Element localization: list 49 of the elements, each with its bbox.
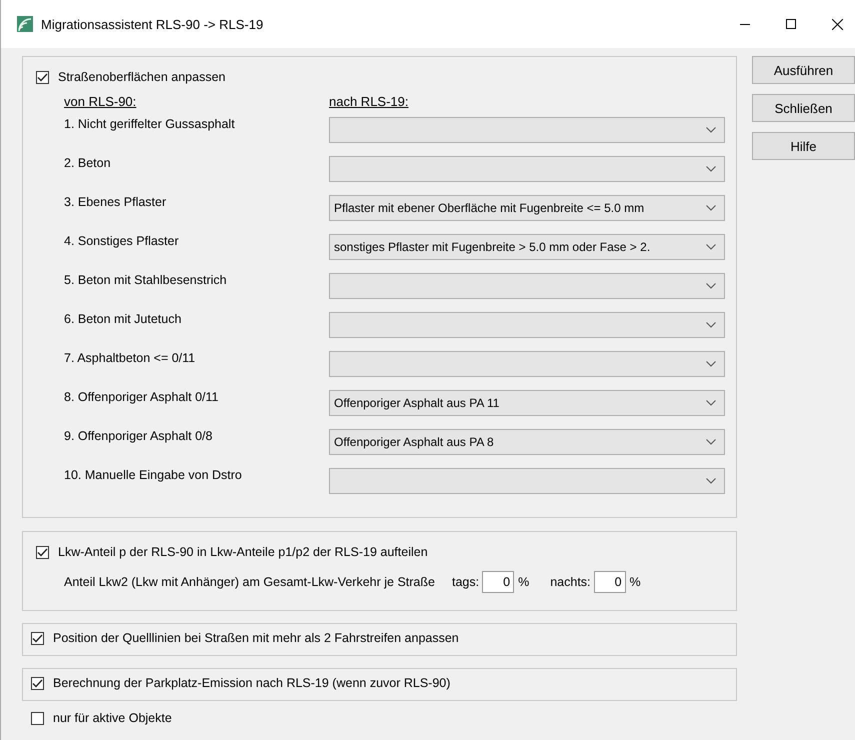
dialog-button[interactable]: Hilfe [752,132,855,160]
surface-label: 1. Nicht geriffelter Gussasphalt [64,117,236,131]
caret-icon [706,478,716,484]
surface-label: 9. Offenporiger Asphalt 0/8 [64,429,214,443]
surface-label: 4. Sonstiges Pflaster [64,234,180,248]
surface-label: 2. Beton [64,156,112,170]
caret-icon [706,244,716,250]
surface-label: 10. Manuelle Eingabe von Dstro [64,468,243,482]
dialog-button[interactable]: Schließen [752,94,855,122]
dropdown[interactable]: sonstiges Pflaster mit Fugenbreite > 5.0 mm oder Fase > 2. [329,234,725,260]
unit-label: % [630,575,641,589]
dropdown[interactable]: Offenporiger Asphalt aus PA 8 [329,429,725,455]
checkbox[interactable] [31,712,44,724]
surface-label: 5. Beton mit Stahlbesenstrich [64,273,228,287]
maximize-icon[interactable] [786,18,796,28]
checkbox[interactable] [31,676,44,690]
night-label: nachts: [550,575,591,589]
day-share-field[interactable]: 0 [482,571,514,593]
caret-icon [706,361,716,367]
day-label: tags: [452,575,480,589]
checkbox-label: Straßenoberflächen anpassen [58,70,226,84]
dropdown[interactable]: Offenporiger Asphalt aus PA 11 [329,390,725,416]
column-header: nach RLS-19: [329,94,410,109]
night-share-field[interactable]: 0 [594,571,626,593]
dropdown[interactable]: Pflaster mit ebener Oberfläche mit Fugenbreite <= 5.0 mm [329,195,725,221]
surface-label: 8. Offenporiger Asphalt 0/11 [64,390,220,404]
surface-label: 6. Beton mit Jutetuch [64,312,182,326]
checkbox-label: Position der Quelllinien bei Straßen mit mehr als 2 Fahrstreifen anpassen [53,631,459,645]
caret-icon [706,166,716,172]
checkbox[interactable] [36,70,49,84]
surface-label: 3. Ebenes Pflaster [64,195,168,209]
caret-icon [706,127,716,133]
checkbox-label: Berechnung der Parkplatz-Emission nach RLS-19 (wenn zuvor RLS-90) [53,676,450,690]
unit-label: % [518,575,530,589]
surface-label: 7. Asphaltbeton <= 0/11 [64,351,196,365]
share-label: Anteil Lkw2 (Lkw mit Anhänger) am Gesamt-Lkw-Verkehr je Straße [64,575,435,589]
checkbox-label: nur für aktive Objekte [53,711,172,725]
checkbox[interactable] [36,546,49,558]
dialog-button[interactable]: Ausführen [752,56,855,84]
caret-icon [706,439,716,445]
close-icon[interactable] [832,18,843,30]
caret-icon [706,400,716,406]
checkbox[interactable] [31,632,44,644]
checkbox-label: Lkw-Anteil p der RLS-90 in Lkw-Anteile p1/p2 der RLS-19 aufteilen [58,545,428,559]
window-title: Migrationsassistent RLS-90 -> RLS-19 [41,16,264,32]
caret-icon [706,205,716,211]
caret-icon [706,283,716,289]
caret-icon [706,322,716,328]
column-header: von RLS-90: [64,94,138,109]
